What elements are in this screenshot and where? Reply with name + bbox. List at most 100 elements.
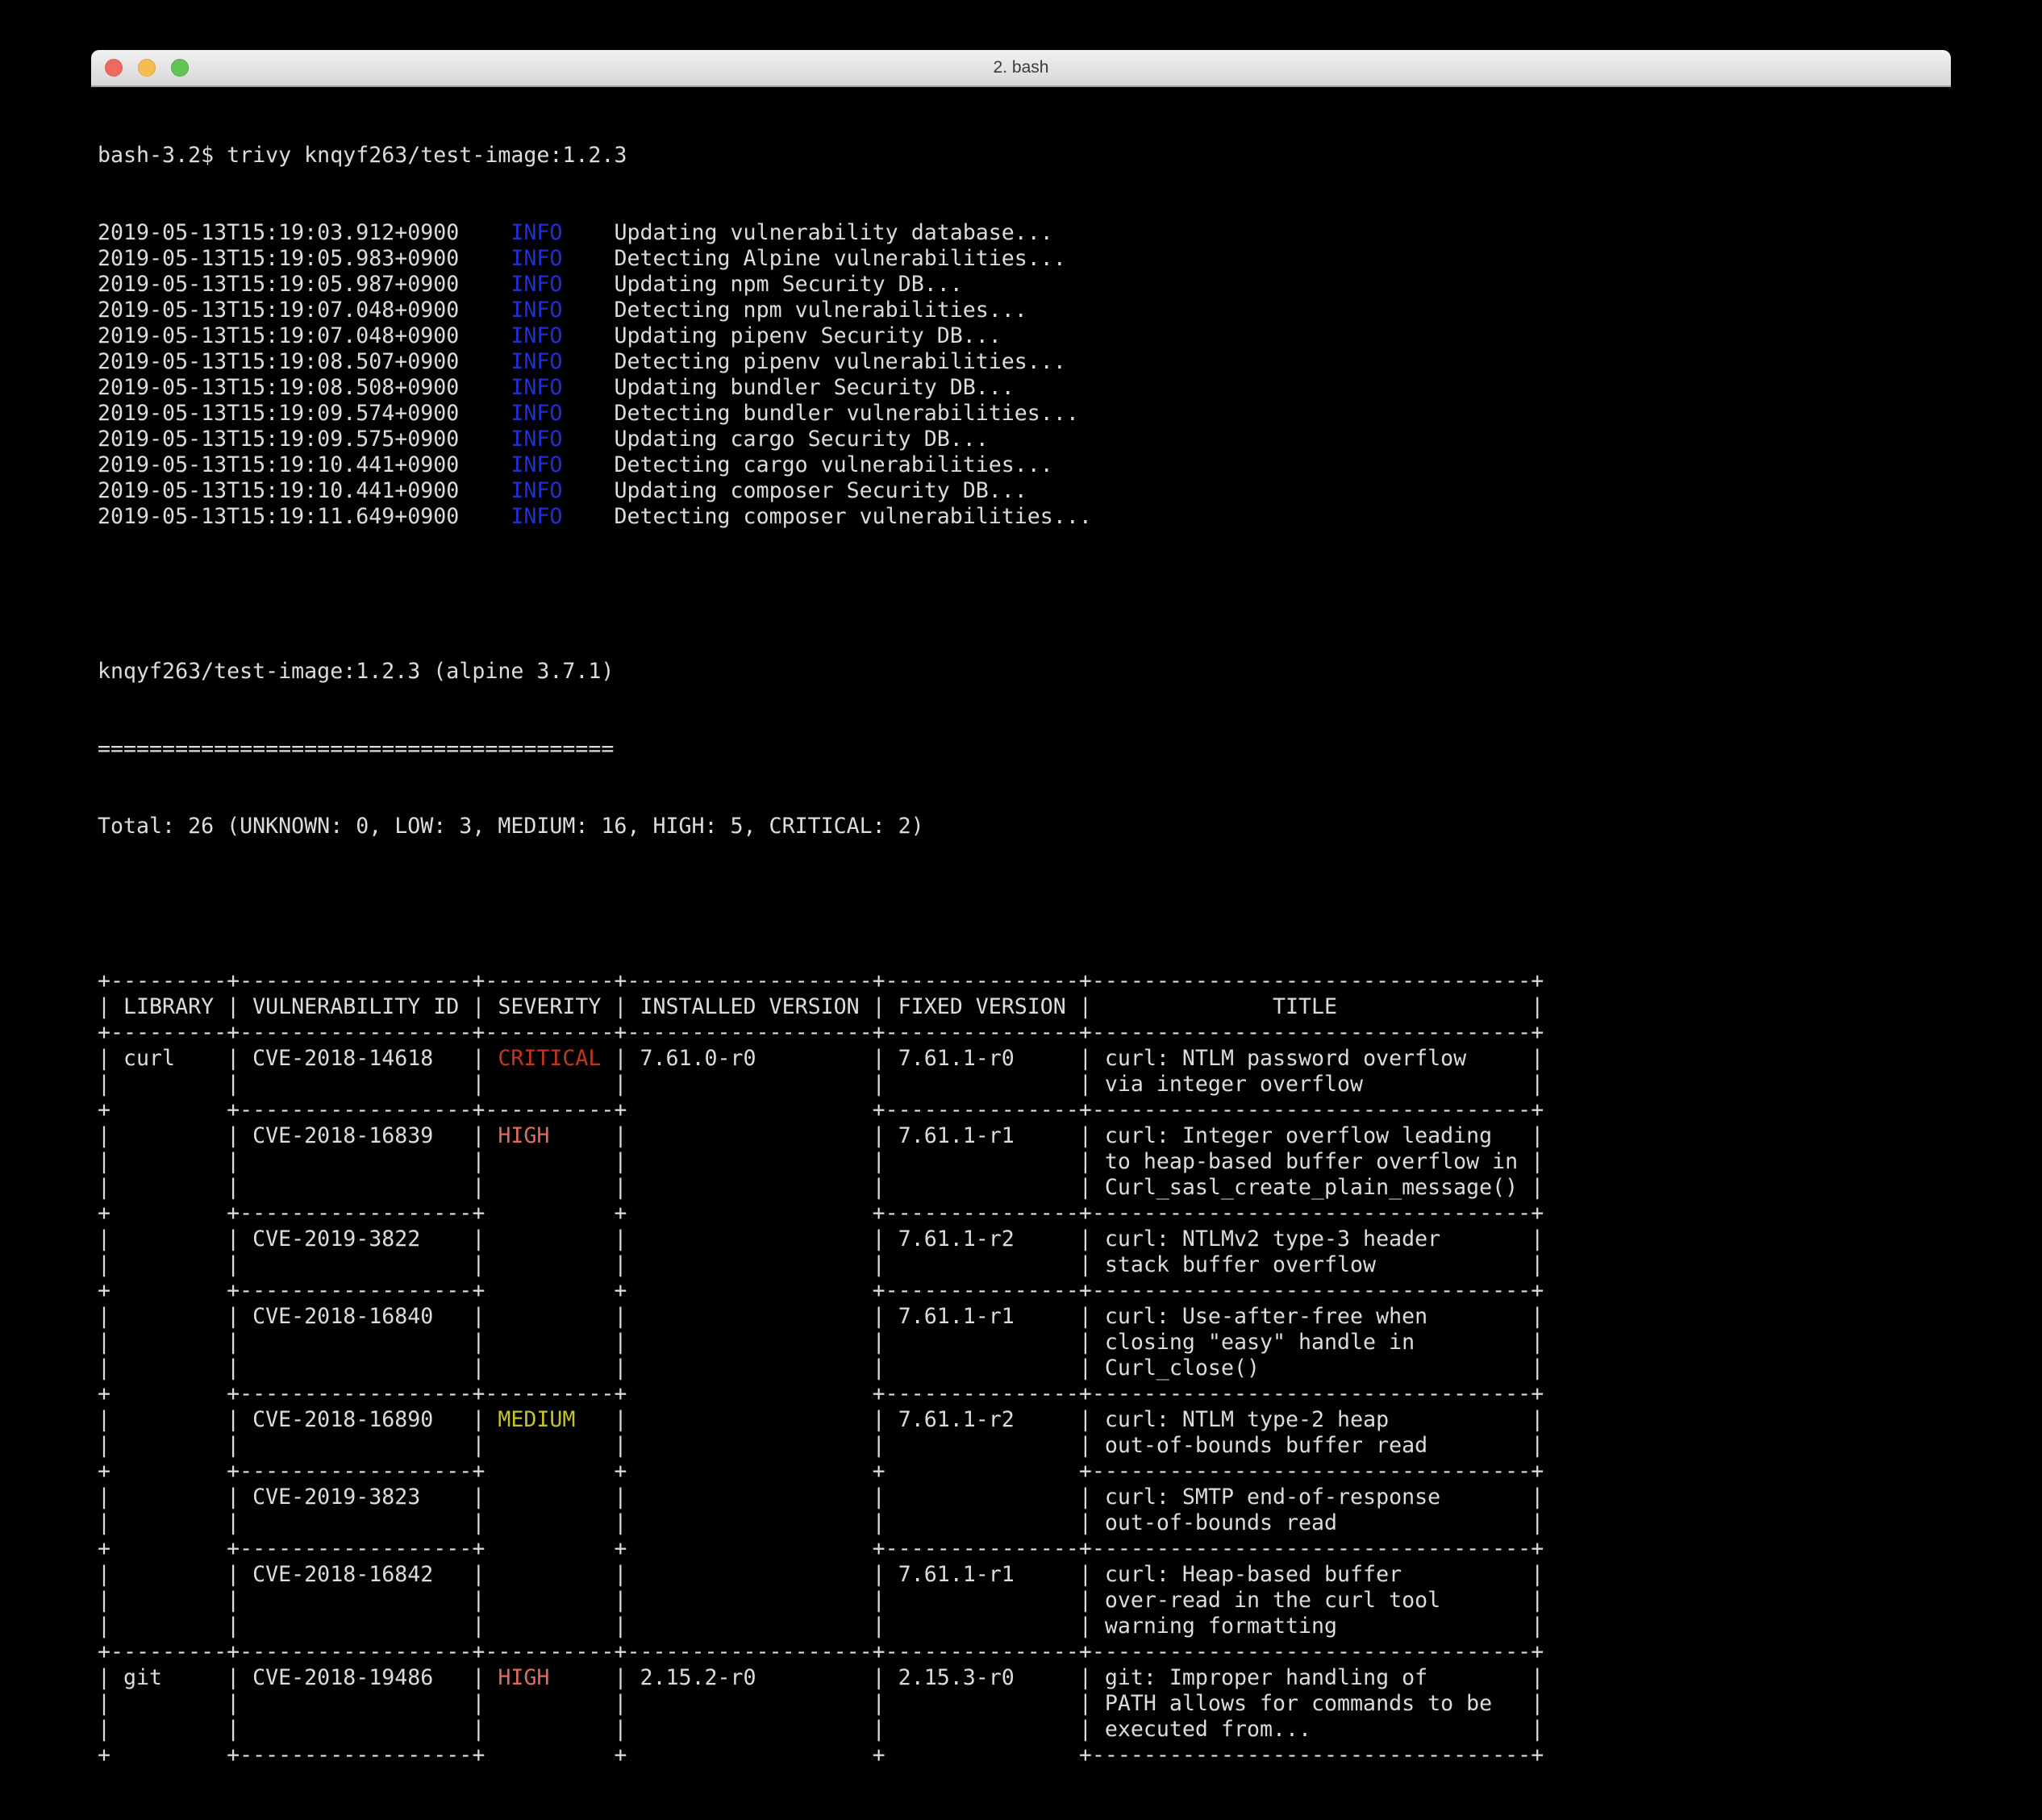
table-line: | | CVE-2019-3822 | | | 7.61.1-r2 | curl… bbox=[98, 1227, 1951, 1252]
table-text: | git | CVE-2018-19486 | bbox=[98, 1665, 498, 1690]
table-line: + +------------------+ + +--------------… bbox=[98, 1278, 1951, 1304]
log-line: 2019-05-13T15:19:10.441+0900 INFO Detect… bbox=[98, 452, 1951, 478]
table-text: + +------------------+ + +--------------… bbox=[98, 1278, 1544, 1303]
table-line: +---------+------------------+----------… bbox=[98, 1020, 1951, 1046]
window-title: 2. bash bbox=[994, 58, 1049, 77]
table-text: | | | | | | over-read in the curl tool | bbox=[98, 1588, 1544, 1613]
log-line: 2019-05-13T15:19:10.441+0900 INFO Updati… bbox=[98, 478, 1951, 504]
log-line: 2019-05-13T15:19:08.508+0900 INFO Updati… bbox=[98, 375, 1951, 401]
log-timestamp: 2019-05-13T15:19:07.048+0900 bbox=[98, 298, 510, 323]
log-timestamp: 2019-05-13T15:19:05.987+0900 bbox=[98, 272, 510, 297]
table-line: | | | | | | Curl_close() | bbox=[98, 1356, 1951, 1381]
table-line: + +------------------+ + + +------------… bbox=[98, 1459, 1951, 1485]
log-line: 2019-05-13T15:19:09.575+0900 INFO Updati… bbox=[98, 427, 1951, 452]
table-line: | | | | | | stack buffer overflow | bbox=[98, 1252, 1951, 1278]
log-level: INFO bbox=[510, 504, 562, 529]
table-line: | curl | CVE-2018-14618 | CRITICAL | 7.6… bbox=[98, 1046, 1951, 1072]
table-text: | | | | | | warning formatting | bbox=[98, 1614, 1544, 1639]
table-line: | | | | | | via integer overflow | bbox=[98, 1072, 1951, 1097]
table-line: | | CVE-2018-16890 | MEDIUM | | 7.61.1-r… bbox=[98, 1407, 1951, 1433]
table-line: | | | | | | Curl_sasl_create_plain_messa… bbox=[98, 1175, 1951, 1201]
log-level: INFO bbox=[510, 220, 562, 245]
table-text: + +------------------+ + + +------------… bbox=[98, 1743, 1544, 1768]
log-message: Detecting bundler vulnerabilities... bbox=[562, 401, 1078, 426]
log-timestamp: 2019-05-13T15:19:09.574+0900 bbox=[98, 401, 510, 426]
titlebar[interactable]: 2. bash bbox=[91, 50, 1951, 87]
table-text: | LIBRARY | VULNERABILITY ID | SEVERITY … bbox=[98, 994, 1544, 1019]
table-line: | git | CVE-2018-19486 | HIGH | 2.15.2-r… bbox=[98, 1665, 1951, 1691]
terminal-window: 2. bash bash-3.2$ trivy knqyf263/test-im… bbox=[91, 50, 1951, 1489]
log-level: INFO bbox=[510, 427, 562, 452]
table-text: | | CVE-2018-16840 | | | 7.61.1-r1 | cur… bbox=[98, 1304, 1544, 1329]
table-text: + +------------------+ + +--------------… bbox=[98, 1536, 1544, 1561]
traffic-lights bbox=[105, 59, 189, 77]
log-line: 2019-05-13T15:19:03.912+0900 INFO Updati… bbox=[98, 220, 1951, 246]
table-text: | | CVE-2018-16842 | | | 7.61.1-r1 | cur… bbox=[98, 1562, 1544, 1587]
severity-high-label: HIGH bbox=[498, 1665, 549, 1690]
log-message: Detecting cargo vulnerabilities... bbox=[562, 452, 1052, 477]
log-timestamp: 2019-05-13T15:19:08.508+0900 bbox=[98, 375, 510, 400]
table-text: | | | | | | stack buffer overflow | bbox=[98, 1252, 1544, 1277]
table-line: | | | | | | PATH allows for commands to … bbox=[98, 1691, 1951, 1717]
table-text: | | | | | | to heap-based buffer overflo… bbox=[98, 1149, 1544, 1174]
log-timestamp: 2019-05-13T15:19:03.912+0900 bbox=[98, 220, 510, 245]
log-line: 2019-05-13T15:19:05.987+0900 INFO Updati… bbox=[98, 272, 1951, 298]
table-line: + +------------------+ + +--------------… bbox=[98, 1536, 1951, 1562]
minimize-button[interactable] bbox=[138, 59, 156, 77]
table-text: +---------+------------------+----------… bbox=[98, 1020, 1544, 1045]
zoom-button[interactable] bbox=[171, 59, 189, 77]
table-line: + +------------------+----------+ +-----… bbox=[98, 1381, 1951, 1407]
close-button[interactable] bbox=[105, 59, 123, 77]
log-message: Updating bundler Security DB... bbox=[562, 375, 1014, 400]
table-text: | | | | | | Curl_sasl_create_plain_messa… bbox=[98, 1175, 1544, 1200]
log-line: 2019-05-13T15:19:08.507+0900 INFO Detect… bbox=[98, 349, 1951, 375]
log-line: 2019-05-13T15:19:05.983+0900 INFO Detect… bbox=[98, 246, 1951, 272]
table-text: + +------------------+ + + +------------… bbox=[98, 1459, 1544, 1484]
severity-high-label: HIGH bbox=[498, 1123, 549, 1148]
log-line: 2019-05-13T15:19:09.574+0900 INFO Detect… bbox=[98, 401, 1951, 427]
table-text: | | | | | | closing "easy" handle in | bbox=[98, 1330, 1544, 1355]
table-text: | curl | CVE-2018-14618 | bbox=[98, 1046, 498, 1071]
table-line: +---------+------------------+----------… bbox=[98, 1639, 1951, 1665]
log-timestamp: 2019-05-13T15:19:10.441+0900 bbox=[98, 478, 510, 503]
table-line: | | | | | | closing "easy" handle in | bbox=[98, 1330, 1951, 1356]
table-text: | | | | | | executed from... | bbox=[98, 1717, 1544, 1742]
log-message: Updating npm Security DB... bbox=[562, 272, 962, 297]
log-level: INFO bbox=[510, 452, 562, 477]
blank-line bbox=[98, 891, 1951, 917]
table-text: + +------------------+ + +--------------… bbox=[98, 1201, 1544, 1226]
log-line: 2019-05-13T15:19:07.048+0900 INFO Detect… bbox=[98, 298, 1951, 323]
table-text: + +------------------+----------+ +-----… bbox=[98, 1381, 1544, 1406]
total-summary-line: Total: 26 (UNKNOWN: 0, LOW: 3, MEDIUM: 1… bbox=[98, 814, 1951, 839]
table-line: | | | | | | executed from... | bbox=[98, 1717, 1951, 1743]
severity-medium-label: MEDIUM bbox=[498, 1407, 575, 1432]
table-line: +---------+------------------+----------… bbox=[98, 968, 1951, 994]
artifact-line: knqyf263/test-image:1.2.3 (alpine 3.7.1) bbox=[98, 659, 1951, 685]
log-level: INFO bbox=[510, 375, 562, 400]
log-level: INFO bbox=[510, 349, 562, 374]
log-message: Updating vulnerability database... bbox=[562, 220, 1052, 245]
log-message: Detecting Alpine vulnerabilities... bbox=[562, 246, 1065, 271]
table-text: | | | | | | Curl_close() | bbox=[98, 1356, 1544, 1381]
blank-line bbox=[98, 581, 1951, 607]
log-level: INFO bbox=[510, 401, 562, 426]
log-level: INFO bbox=[510, 246, 562, 271]
log-timestamp: 2019-05-13T15:19:05.983+0900 bbox=[98, 246, 510, 271]
log-level: INFO bbox=[510, 272, 562, 297]
log-message: Updating cargo Security DB... bbox=[562, 427, 988, 452]
table-text: +---------+------------------+----------… bbox=[98, 1639, 1544, 1664]
table-line: | LIBRARY | VULNERABILITY ID | SEVERITY … bbox=[98, 994, 1951, 1020]
table-line: | | | | | | out-of-bounds buffer read | bbox=[98, 1433, 1951, 1459]
log-message: Updating pipenv Security DB... bbox=[562, 323, 1001, 348]
table-text: | | CVE-2018-16839 | bbox=[98, 1123, 498, 1148]
log-lines: 2019-05-13T15:19:03.912+0900 INFO Updati… bbox=[98, 220, 1951, 530]
terminal-screen[interactable]: bash-3.2$ trivy knqyf263/test-image:1.2.… bbox=[91, 87, 1951, 1820]
log-level: INFO bbox=[510, 478, 562, 503]
table-text: + +------------------+----------+ +-----… bbox=[98, 1097, 1544, 1122]
table-text: | | | | | | PATH allows for commands to … bbox=[98, 1691, 1544, 1716]
log-line: 2019-05-13T15:19:07.048+0900 INFO Updati… bbox=[98, 323, 1951, 349]
log-level: INFO bbox=[510, 323, 562, 348]
table-line: | | | | | | out-of-bounds read | bbox=[98, 1510, 1951, 1536]
log-timestamp: 2019-05-13T15:19:11.649+0900 bbox=[98, 504, 510, 529]
log-timestamp: 2019-05-13T15:19:08.507+0900 bbox=[98, 349, 510, 374]
